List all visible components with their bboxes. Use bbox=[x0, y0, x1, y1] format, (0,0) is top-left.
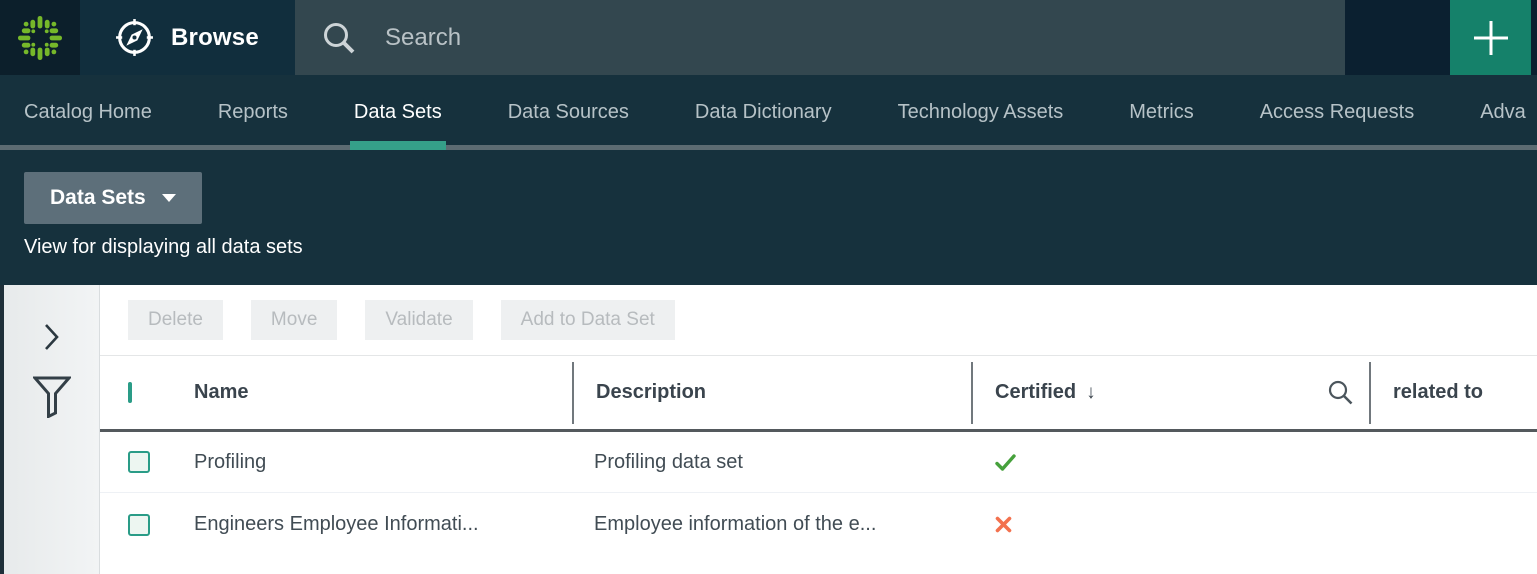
plus-icon bbox=[1472, 19, 1510, 57]
tab-data-sets[interactable]: Data Sets bbox=[354, 75, 442, 150]
bulk-actions-toolbar: Delete Move Validate Add to Data Set bbox=[100, 285, 1537, 356]
tab-data-sources[interactable]: Data Sources bbox=[508, 75, 629, 150]
view-selector-label: Data Sets bbox=[50, 186, 146, 210]
table-row[interactable]: Profiling Profiling data set bbox=[100, 432, 1537, 493]
cell-description: Employee information of the e... bbox=[572, 493, 971, 556]
collibra-logo-icon bbox=[17, 15, 63, 61]
topbar: Browse bbox=[0, 0, 1537, 75]
chevron-down-icon bbox=[162, 194, 176, 202]
chevron-right-icon bbox=[44, 323, 60, 351]
filter-sidebar bbox=[4, 285, 100, 574]
tab-reports[interactable]: Reports bbox=[218, 75, 288, 150]
select-all-checkbox[interactable] bbox=[128, 382, 132, 403]
cell-name[interactable]: Profiling bbox=[192, 432, 572, 492]
sort-descending-icon[interactable]: ↓ bbox=[1086, 382, 1096, 404]
table-row[interactable]: Engineers Employee Informati... Employee… bbox=[100, 493, 1537, 556]
column-search-icon[interactable] bbox=[1327, 379, 1354, 406]
cell-related-to bbox=[1369, 432, 1537, 492]
browse-button[interactable]: Browse bbox=[80, 0, 295, 75]
cell-certified bbox=[971, 493, 1369, 556]
data-sets-table: Delete Move Validate Add to Data Set Nam… bbox=[100, 285, 1537, 574]
expand-sidebar-button[interactable] bbox=[28, 315, 76, 359]
add-to-data-set-button[interactable]: Add to Data Set bbox=[501, 300, 675, 340]
search-icon bbox=[321, 20, 357, 56]
column-header-description[interactable]: Description bbox=[572, 362, 971, 424]
browse-label: Browse bbox=[171, 24, 259, 52]
view-description: View for displaying all data sets bbox=[24, 236, 1537, 259]
row-checkbox[interactable] bbox=[128, 514, 150, 536]
table-header-row: Name Description Certified ↓ related to bbox=[100, 356, 1537, 432]
add-asset-button[interactable] bbox=[1450, 0, 1531, 75]
home-logo-button[interactable] bbox=[0, 0, 80, 75]
column-header-related-to[interactable]: related to bbox=[1369, 362, 1537, 424]
cell-related-to bbox=[1369, 493, 1537, 556]
compass-icon bbox=[114, 17, 155, 58]
topbar-spacer bbox=[1345, 0, 1450, 75]
column-header-name[interactable]: Name bbox=[192, 356, 572, 429]
row-select-cell bbox=[100, 432, 192, 492]
validate-button[interactable]: Validate bbox=[365, 300, 472, 340]
not-certified-x-icon bbox=[995, 516, 1012, 533]
tab-catalog-home[interactable]: Catalog Home bbox=[24, 75, 152, 150]
view-selector-button[interactable]: Data Sets bbox=[24, 172, 202, 224]
catalog-nav: Catalog Home Reports Data Sets Data Sour… bbox=[0, 75, 1537, 150]
tab-metrics[interactable]: Metrics bbox=[1129, 75, 1193, 150]
tab-advanced-truncated[interactable]: Adva bbox=[1480, 75, 1526, 150]
tab-technology-assets[interactable]: Technology Assets bbox=[898, 75, 1064, 150]
column-header-certified[interactable]: Certified ↓ bbox=[971, 362, 1369, 424]
filter-button[interactable] bbox=[28, 375, 76, 419]
app-root: Browse Catalog Home Reports Data Sets Da… bbox=[0, 0, 1537, 574]
cell-name[interactable]: Engineers Employee Informati... bbox=[192, 493, 572, 556]
move-button[interactable]: Move bbox=[251, 300, 337, 340]
search-input[interactable] bbox=[385, 24, 1185, 52]
cell-certified bbox=[971, 432, 1369, 492]
view-header: Data Sets View for displaying all data s… bbox=[0, 150, 1537, 285]
tab-data-dictionary[interactable]: Data Dictionary bbox=[695, 75, 832, 150]
global-search-bar[interactable] bbox=[295, 0, 1345, 75]
filter-funnel-icon bbox=[33, 376, 71, 418]
row-checkbox[interactable] bbox=[128, 451, 150, 473]
select-all-cell bbox=[100, 384, 192, 402]
content-area: Delete Move Validate Add to Data Set Nam… bbox=[0, 285, 1537, 574]
certified-check-icon bbox=[995, 454, 1016, 471]
row-select-cell bbox=[100, 493, 192, 556]
certified-header-label: Certified bbox=[995, 381, 1076, 404]
cell-description: Profiling data set bbox=[572, 432, 971, 492]
topbar-edge bbox=[1531, 0, 1537, 75]
tab-access-requests[interactable]: Access Requests bbox=[1260, 75, 1415, 150]
delete-button[interactable]: Delete bbox=[128, 300, 223, 340]
